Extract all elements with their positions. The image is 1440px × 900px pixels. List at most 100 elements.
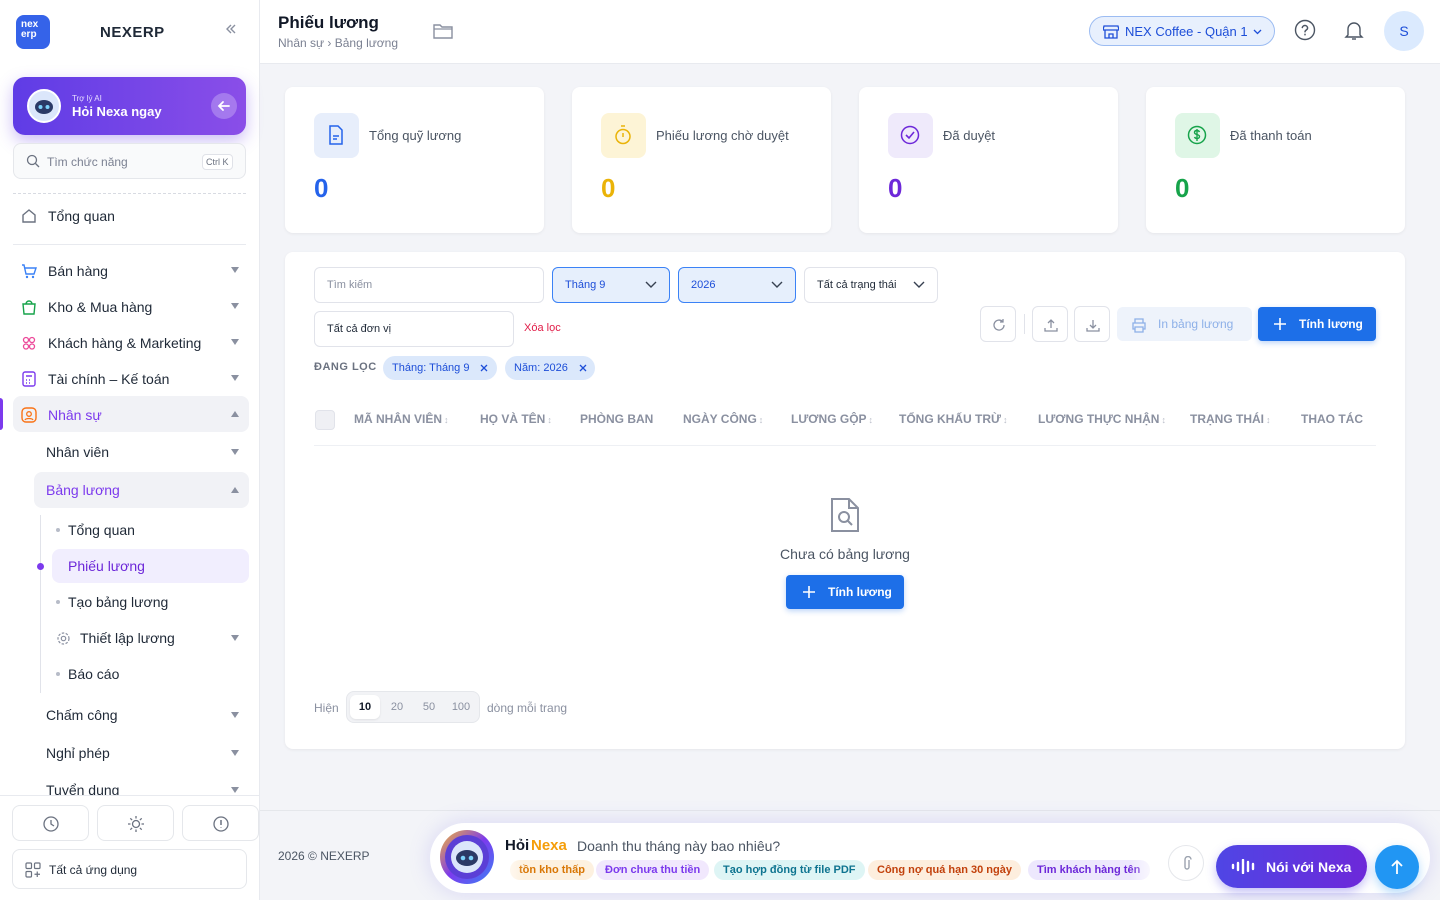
people-icon — [22, 336, 36, 350]
chevron-down-icon — [771, 281, 783, 288]
user-avatar[interactable]: S — [1384, 11, 1424, 51]
nav-employees[interactable]: Nhân viên — [34, 434, 249, 470]
suggestion-chip[interactable]: Đơn chưa thu tiền — [596, 860, 710, 880]
suggestion-chip[interactable]: Tạo hợp đồng từ file PDF — [714, 860, 865, 880]
nav-payroll-reports[interactable]: Báo cáo — [52, 657, 249, 691]
nav-label: Tổng quan — [48, 208, 115, 224]
column-header[interactable]: MÃ NHÂN VIÊN ↕ — [354, 412, 449, 426]
bell-icon[interactable] — [1343, 19, 1365, 41]
chevron-down-icon — [231, 750, 239, 756]
nav-customers[interactable]: Khách hàng & Marketing — [13, 324, 249, 360]
nav-attendance[interactable]: Chấm công — [34, 697, 249, 733]
print-payroll-button[interactable]: In bảng lương — [1117, 307, 1252, 341]
ask-nexa-card[interactable]: Trợ lý AI Hỏi Nexa ngay — [13, 77, 246, 135]
empty-calculate-button[interactable]: Tính lương — [786, 575, 904, 609]
page-size-option[interactable]: 20 — [382, 695, 412, 719]
stat-card-total-fund: Tổng quỹ lương 0 — [285, 87, 544, 233]
status-select[interactable]: Tất cả trạng thái — [804, 267, 938, 303]
branch-selector[interactable]: NEX Coffee - Quận 1 — [1089, 16, 1275, 46]
empty-state-text: Chưa có bảng lương — [780, 546, 910, 562]
chevron-down-icon — [231, 375, 239, 381]
close-icon[interactable] — [579, 364, 587, 372]
column-header[interactable]: LƯƠNG THỰC NHẬN ↕ — [1038, 412, 1166, 426]
chevron-down-icon — [231, 712, 239, 718]
unit-select[interactable]: Tất cả đơn vị — [314, 311, 514, 347]
stat-card-pending: Phiếu lương chờ duyệt 0 — [572, 87, 831, 233]
calculate-label: Tính lương — [1299, 317, 1363, 331]
nav-hr[interactable]: Nhân sự — [13, 396, 249, 432]
divider — [13, 244, 246, 245]
dollar-icon — [1175, 113, 1220, 158]
upload-icon — [1044, 319, 1058, 332]
column-header[interactable]: TỔNG KHẤU TRỪ ↕ — [899, 412, 1007, 426]
nav-payroll-overview[interactable]: Tổng quan — [52, 513, 249, 547]
divider — [1024, 314, 1025, 334]
filter-chip-year[interactable]: Năm: 2026 — [505, 356, 595, 380]
talk-to-nexa-button[interactable]: Nói với Nexa — [1216, 845, 1367, 888]
nav-inventory[interactable]: Kho & Mua hàng — [13, 288, 249, 324]
nav-overview[interactable]: Tổng quan — [13, 197, 249, 233]
theme-button[interactable] — [97, 805, 174, 841]
nav-sales[interactable]: Bán hàng — [13, 252, 249, 288]
month-select[interactable]: Tháng 9 — [552, 267, 670, 303]
nav-payroll[interactable]: Bảng lương — [34, 472, 249, 508]
nav-label: Bảng lương — [46, 482, 120, 498]
breadcrumb[interactable]: Nhân sự › Bảng lương — [278, 36, 398, 50]
nav-label: Tạo bảng lương — [68, 594, 169, 610]
page-size-option[interactable]: 10 — [350, 695, 380, 719]
folder-icon[interactable] — [432, 22, 454, 40]
chevron-up-icon — [231, 411, 239, 417]
chevron-down-icon — [1253, 29, 1262, 35]
nav-leave[interactable]: Nghỉ phép — [34, 735, 249, 771]
year-select[interactable]: 2026 — [678, 267, 796, 303]
search-placeholder: Tìm chức năng — [47, 155, 128, 169]
nav-create-payroll[interactable]: Tạo bảng lương — [52, 585, 249, 619]
nexa-question-input[interactable]: Doanh thu tháng này bao nhiêu? — [577, 838, 780, 854]
column-header[interactable]: LƯƠNG GỘP ↕ — [791, 412, 873, 426]
nav-finance[interactable]: Tài chính – Kế toán — [13, 360, 249, 396]
feedback-button[interactable] — [182, 805, 259, 841]
select-all-checkbox[interactable] — [315, 410, 335, 430]
send-button[interactable] — [1375, 845, 1419, 889]
arrow-left-icon[interactable] — [211, 93, 237, 119]
app-logo[interactable]: nex erp — [16, 15, 50, 49]
clock-icon — [43, 816, 59, 832]
bullet — [56, 600, 60, 604]
column-header[interactable]: TRẠNG THÁI ↕ — [1190, 412, 1271, 426]
shortcut-hint: Ctrl K — [202, 154, 233, 170]
footer: 2026 © NEXERP Hỏi Nexa Doanh thu tháng n… — [260, 810, 1440, 900]
help-icon[interactable] — [1294, 19, 1316, 41]
print-label: In bảng lương — [1158, 317, 1234, 331]
suggestion-chip[interactable]: Công nợ quá hạn 30 ngày — [868, 860, 1021, 880]
upload-button[interactable] — [1032, 306, 1068, 342]
feature-search-input[interactable]: Tìm chức năng Ctrl K — [13, 143, 246, 179]
close-icon[interactable] — [480, 364, 488, 372]
page-size-option[interactable]: 50 — [414, 695, 444, 719]
page-size-option[interactable]: 100 — [446, 695, 476, 719]
chevron-down-icon — [231, 339, 239, 345]
nav-payroll-settings[interactable]: Thiết lập lương — [52, 621, 249, 655]
collapse-sidebar-icon[interactable] — [224, 22, 238, 36]
plus-icon — [1274, 318, 1286, 330]
nav-payslips[interactable]: Phiếu lương — [52, 549, 249, 583]
nexa-avatar-icon[interactable] — [440, 830, 494, 884]
nav-label: Nhân viên — [46, 444, 110, 460]
fade-right — [1130, 857, 1160, 883]
all-apps-button[interactable]: Tất cả ứng dụng — [12, 849, 247, 889]
stat-label: Tổng quỹ lương — [369, 128, 462, 143]
download-button[interactable] — [1074, 306, 1110, 342]
attach-button[interactable] — [1168, 845, 1204, 881]
nav-label: Bán hàng — [48, 263, 108, 279]
column-header[interactable]: NGÀY CÔNG ↕ — [683, 412, 763, 426]
calculate-payroll-button[interactable]: Tính lương — [1258, 307, 1376, 341]
filter-chip-month[interactable]: Tháng: Tháng 9 — [383, 356, 497, 380]
search-icon — [26, 154, 40, 168]
voice-wave-icon — [1231, 859, 1255, 874]
column-header[interactable]: HỌ VÀ TÊN ↕ — [480, 412, 552, 426]
clear-filters-link[interactable]: Xóa lọc — [524, 322, 561, 334]
search-input[interactable]: Tìm kiếm — [314, 267, 544, 303]
history-button[interactable] — [12, 805, 89, 841]
stat-value: 0 — [1175, 173, 1190, 203]
download-icon — [1086, 320, 1100, 332]
refresh-button[interactable] — [980, 306, 1016, 342]
